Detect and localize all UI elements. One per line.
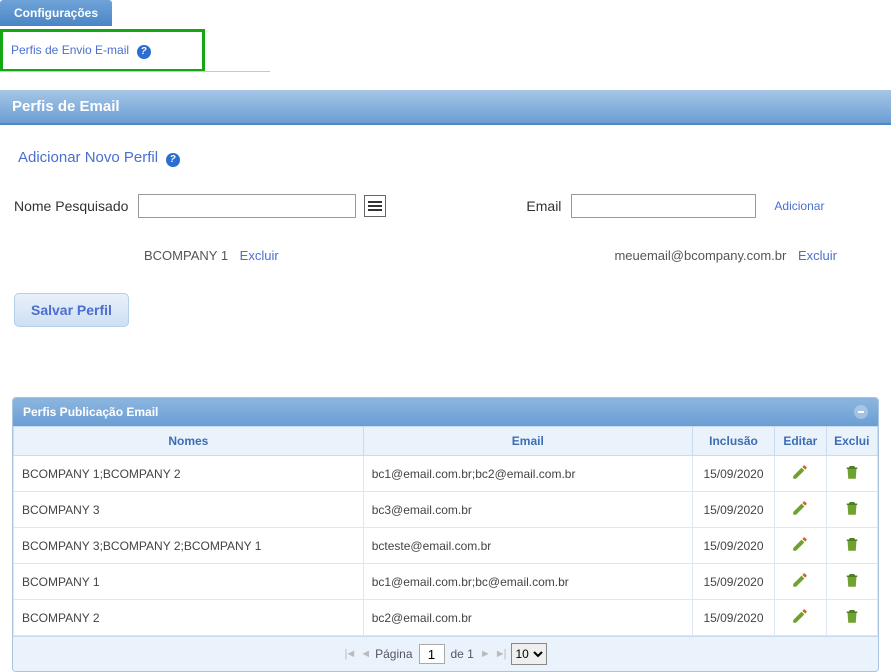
- cell-nomes: BCOMPANY 3: [14, 492, 364, 528]
- link-adicionar-email[interactable]: Adicionar: [774, 199, 824, 213]
- label-nome-pesquisado: Nome Pesquisado: [14, 198, 128, 214]
- edit-icon[interactable]: [791, 578, 809, 592]
- pager-pagesize-select[interactable]: 10: [511, 643, 547, 665]
- label-email: Email: [526, 198, 561, 214]
- cell-email: bcteste@email.com.br: [363, 528, 692, 564]
- help-icon[interactable]: ?: [137, 45, 151, 59]
- highlighted-nav: Perfis de Envio E-mail ?: [0, 29, 205, 72]
- input-nome-pesquisado[interactable]: [138, 194, 356, 218]
- edit-icon[interactable]: [791, 506, 809, 520]
- col-email[interactable]: Email: [363, 427, 692, 456]
- col-editar: Editar: [775, 427, 826, 456]
- table-row: BCOMPANY 3;BCOMPANY 2;BCOMPANY 1bcteste@…: [14, 528, 878, 564]
- cell-nomes: BCOMPANY 1;BCOMPANY 2: [14, 456, 364, 492]
- link-excluir-nome[interactable]: Excluir: [240, 248, 279, 263]
- table-row: BCOMPANY 3bc3@email.com.br15/09/2020: [14, 492, 878, 528]
- cell-email: bc1@email.com.br;bc2@email.com.br: [363, 456, 692, 492]
- link-perfis-envio-email[interactable]: Perfis de Envio E-mail: [11, 43, 129, 57]
- cell-inclusao: 15/09/2020: [692, 564, 774, 600]
- cell-inclusao: 15/09/2020: [692, 492, 774, 528]
- edit-icon[interactable]: [791, 470, 809, 484]
- tab-configuracoes[interactable]: Configurações: [0, 0, 112, 26]
- trash-icon[interactable]: [843, 470, 861, 484]
- cell-nomes: BCOMPANY 3;BCOMPANY 2;BCOMPANY 1: [14, 528, 364, 564]
- table-row: BCOMPANY 2bc2@email.com.br15/09/2020: [14, 600, 878, 636]
- pager-label-de: de 1: [451, 647, 474, 661]
- pager-prev-icon[interactable]: ◄: [360, 648, 369, 660]
- col-inclusao[interactable]: Inclusão: [692, 427, 774, 456]
- col-nomes[interactable]: Nomes: [14, 427, 364, 456]
- trash-icon[interactable]: [843, 542, 861, 556]
- pager-next-icon[interactable]: ►: [480, 648, 489, 660]
- grid-title: Perfis Publicação Email: [23, 405, 158, 419]
- cell-nomes: BCOMPANY 1: [14, 564, 364, 600]
- collapse-icon[interactable]: [854, 405, 868, 419]
- chip-email-value: meuemail@bcompany.com.br: [614, 248, 786, 263]
- list-picker-icon[interactable]: [364, 195, 386, 217]
- cell-email: bc2@email.com.br: [363, 600, 692, 636]
- panel-perfis-email: Perfis de Email Adicionar Novo Perfil ? …: [0, 90, 891, 347]
- pager-last-icon[interactable]: ►|: [495, 648, 505, 660]
- cell-inclusao: 15/09/2020: [692, 528, 774, 564]
- divider: [0, 71, 270, 72]
- edit-icon[interactable]: [791, 542, 809, 556]
- trash-icon[interactable]: [843, 578, 861, 592]
- help-icon[interactable]: ?: [166, 153, 180, 167]
- link-excluir-email[interactable]: Excluir: [798, 248, 837, 263]
- input-email[interactable]: [571, 194, 756, 218]
- edit-icon[interactable]: [791, 614, 809, 628]
- cell-email: bc1@email.com.br;bc@email.com.br: [363, 564, 692, 600]
- col-excluir: Exclui: [826, 427, 877, 456]
- trash-icon[interactable]: [843, 506, 861, 520]
- link-adicionar-novo-perfil[interactable]: Adicionar Novo Perfil: [18, 149, 158, 166]
- pager: |◄ ◄ Página de 1 ► ►| 10: [13, 636, 878, 671]
- cell-inclusao: 15/09/2020: [692, 456, 774, 492]
- pager-first-icon[interactable]: |◄: [344, 648, 354, 660]
- pager-label-pagina: Página: [375, 647, 412, 661]
- table-row: BCOMPANY 1;BCOMPANY 2bc1@email.com.br;bc…: [14, 456, 878, 492]
- button-salvar-perfil[interactable]: Salvar Perfil: [14, 293, 129, 327]
- cell-inclusao: 15/09/2020: [692, 600, 774, 636]
- table-row: BCOMPANY 1bc1@email.com.br;bc@email.com.…: [14, 564, 878, 600]
- panel-title: Perfis de Email: [0, 90, 891, 125]
- cell-email: bc3@email.com.br: [363, 492, 692, 528]
- trash-icon[interactable]: [843, 614, 861, 628]
- grid-table: Nomes Email Inclusão Editar Exclui BCOMP…: [13, 426, 878, 636]
- chip-nome-value: BCOMPANY 1: [144, 248, 228, 263]
- cell-nomes: BCOMPANY 2: [14, 600, 364, 636]
- panel-perfis-publicacao: Perfis Publicação Email Nomes Email Incl…: [12, 397, 879, 672]
- pager-page-input[interactable]: [419, 644, 445, 664]
